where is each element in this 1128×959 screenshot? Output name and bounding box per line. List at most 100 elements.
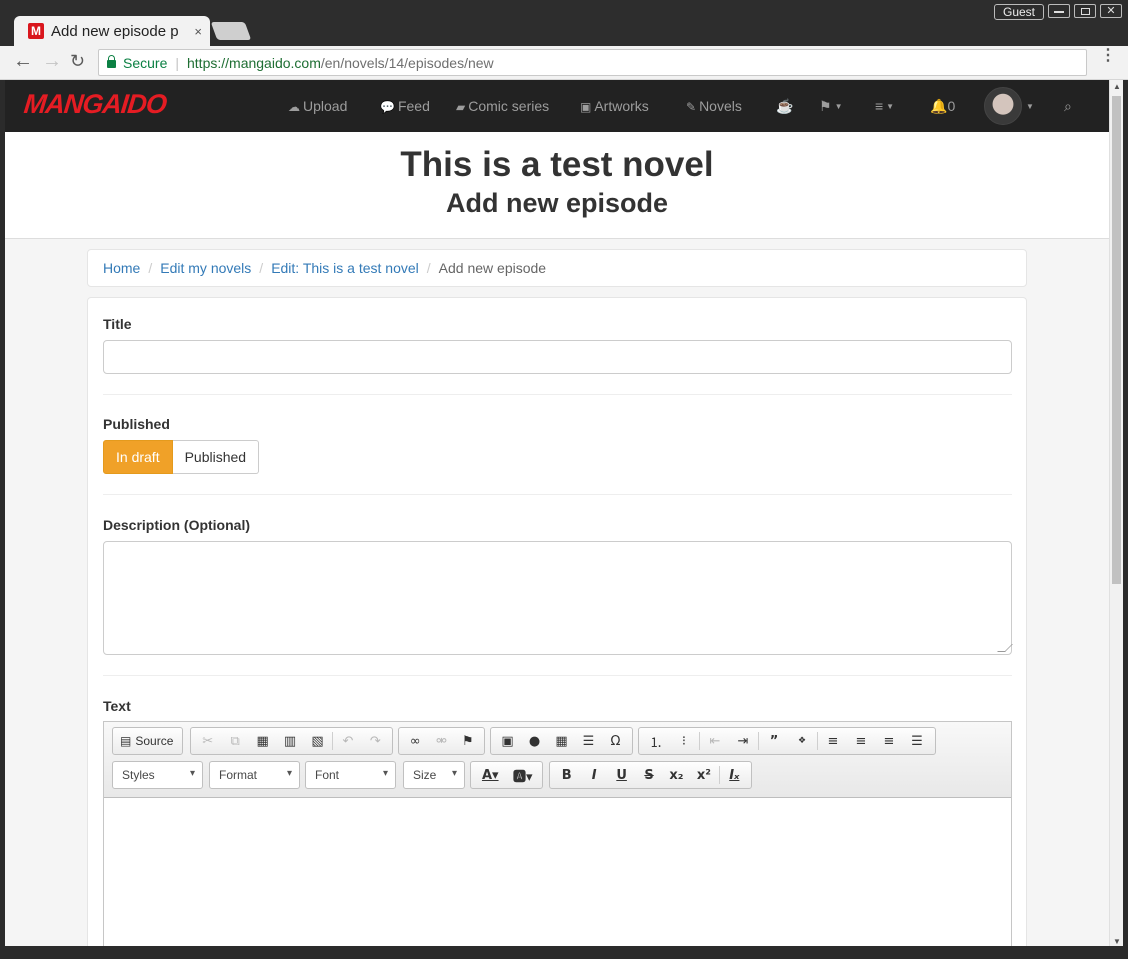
published-label: Published xyxy=(103,416,170,432)
copy-icon[interactable]: ⧉ xyxy=(221,729,248,753)
description-textarea[interactable] xyxy=(103,541,1013,655)
breadcrumb-edit-my-novels[interactable]: Edit my novels xyxy=(160,260,251,276)
nav-upload[interactable]: ☁ Upload xyxy=(288,98,347,114)
align-right-icon[interactable]: ≡ xyxy=(875,729,903,753)
guest-profile-button[interactable]: Guest xyxy=(994,4,1045,20)
published-button[interactable]: Published xyxy=(172,440,260,474)
address-bar[interactable]: Secure | https:// mangaido.com /en/novel… xyxy=(98,49,1087,76)
scroll-up-arrow-icon[interactable]: ▲ xyxy=(1113,82,1121,91)
notification-count: 0 xyxy=(947,98,956,114)
align-center-icon[interactable]: ≡ xyxy=(847,729,875,753)
undo-icon[interactable]: ↶ xyxy=(334,729,361,753)
font-dropdown[interactable]: Font xyxy=(305,761,396,789)
nav-menu-dropdown[interactable]: ≡ ▼ xyxy=(875,98,894,114)
align-left-icon[interactable]: ≡ xyxy=(819,729,847,753)
toolbar-separator xyxy=(758,732,759,750)
source-label: Source xyxy=(135,734,174,748)
underline-icon[interactable]: U xyxy=(608,763,635,787)
episode-form: Title Published In draft Published Descr… xyxy=(87,297,1027,946)
browser-tab[interactable]: M Add new episode p × xyxy=(14,16,210,46)
bulleted-list-icon[interactable]: ⁝ xyxy=(670,729,698,753)
subscript-icon[interactable]: x₂ xyxy=(663,763,690,787)
paste-word-icon[interactable]: ▧ xyxy=(304,729,331,753)
source-button[interactable]: ▤ Source xyxy=(116,729,177,753)
back-arrow-icon[interactable]: ← xyxy=(13,50,33,73)
redo-icon[interactable]: ↷ xyxy=(362,729,389,753)
breadcrumb-edit-novel[interactable]: Edit: This is a test novel xyxy=(271,260,419,276)
url-path: /en/novels/14/episodes/new xyxy=(320,54,494,71)
caret-down-icon: ▼ xyxy=(834,102,843,111)
title-input[interactable] xyxy=(103,340,1012,374)
nav-feed[interactable]: 💬 Feed xyxy=(380,98,430,114)
tab-close-icon[interactable]: × xyxy=(194,24,202,39)
horizontal-rule-icon[interactable]: ☰ xyxy=(575,729,602,753)
link-icon[interactable]: ∞ xyxy=(402,729,428,753)
editor-content-area[interactable] xyxy=(104,798,1011,946)
page-scrollbar[interactable]: ▲ ▼ xyxy=(1109,80,1123,946)
in-draft-button[interactable]: In draft xyxy=(103,440,173,474)
table-icon[interactable]: ▦ xyxy=(548,729,575,753)
outdent-icon[interactable]: ⇤ xyxy=(701,729,729,753)
flash-icon[interactable]: ● xyxy=(521,729,548,753)
close-icon: ✕ xyxy=(1106,5,1116,17)
user-avatar[interactable] xyxy=(984,87,1022,125)
site-logo[interactable]: MANGAIDO xyxy=(22,89,167,120)
bold-icon[interactable]: B xyxy=(553,763,580,787)
browser-menu-icon[interactable]: ⋮ xyxy=(1100,48,1116,64)
size-dropdown[interactable]: Size xyxy=(403,761,465,789)
page-header: This is a test novel Add new episode xyxy=(5,132,1109,239)
new-tab-button[interactable] xyxy=(210,22,252,40)
title-label: Title xyxy=(103,316,132,332)
image-icon[interactable]: ▣ xyxy=(494,729,521,753)
maximize-icon xyxy=(1080,8,1090,15)
indent-icon[interactable]: ⇥ xyxy=(729,729,757,753)
italic-icon[interactable]: I xyxy=(580,763,607,787)
background-color-icon[interactable]: 🅰▾ xyxy=(507,763,540,787)
nav-cup[interactable]: ☕ xyxy=(776,98,793,115)
forward-arrow-icon[interactable]: → xyxy=(42,50,62,73)
breadcrumb-separator: / xyxy=(148,260,153,276)
resize-handle[interactable] xyxy=(997,644,1013,652)
breadcrumb: Home / Edit my novels / Edit: This is a … xyxy=(87,249,1027,287)
format-dropdown[interactable]: Format xyxy=(209,761,300,789)
minimize-button[interactable] xyxy=(1048,4,1070,18)
link-group: ∞ ⚮ ⚑ xyxy=(398,727,485,755)
nav-notifications[interactable]: 🔔0 xyxy=(930,98,955,115)
page-subtitle: Add new episode xyxy=(445,188,669,218)
justify-icon[interactable]: ☰ xyxy=(903,729,931,753)
comments-icon: 💬 xyxy=(380,100,395,114)
superscript-icon[interactable]: x² xyxy=(690,763,717,787)
close-window-button[interactable]: ✕ xyxy=(1100,4,1122,18)
cut-icon[interactable]: ✂ xyxy=(194,729,221,753)
nav-novels[interactable]: ✎ Novels xyxy=(686,98,742,114)
maximize-button[interactable] xyxy=(1074,4,1096,18)
special-char-icon[interactable]: Ω xyxy=(602,729,629,753)
scrollbar-thumb[interactable] xyxy=(1112,96,1121,584)
menu-icon: ≡ xyxy=(875,98,884,114)
search-icon[interactable]: ⌕ xyxy=(1064,98,1072,115)
lock-icon xyxy=(107,55,116,68)
text-color-icon[interactable]: A▾ xyxy=(474,763,507,787)
anchor-flag-icon[interactable]: ⚑ xyxy=(455,729,481,753)
novel-title: This is a test novel xyxy=(400,145,714,184)
breadcrumb-home[interactable]: Home xyxy=(103,260,140,276)
toolbar-separator xyxy=(699,732,700,750)
caret-down-icon[interactable]: ▼ xyxy=(1026,102,1034,111)
div-container-icon[interactable]: ❖ xyxy=(788,729,816,753)
paste-text-icon[interactable]: ▥ xyxy=(276,729,303,753)
insert-group: ▣ ● ▦ ☰ Ω xyxy=(490,727,633,755)
paste-icon[interactable]: ▦ xyxy=(249,729,276,753)
remove-format-icon[interactable]: Iₓ xyxy=(721,763,748,787)
scroll-down-arrow-icon[interactable]: ▼ xyxy=(1113,937,1121,946)
numbered-list-icon[interactable]: ⒈ xyxy=(642,729,670,753)
nav-comic-series[interactable]: ▰ Comic series xyxy=(456,98,549,114)
styles-dropdown[interactable]: Styles xyxy=(112,761,203,789)
book-icon: ▰ xyxy=(456,100,466,114)
nav-artworks[interactable]: ▣ Artworks xyxy=(580,98,649,114)
strikethrough-icon[interactable]: S xyxy=(635,763,662,787)
reload-icon[interactable]: ↻ xyxy=(70,51,85,72)
rich-text-editor: ▤ Source ✂ ⧉ ▦ ▥ ▧ ↶ ↷ ∞ ⚮ ⚑ ▣ ● ▦ ☰ Ω ⒈… xyxy=(103,721,1012,946)
unlink-icon[interactable]: ⚮ xyxy=(428,729,454,753)
nav-language-dropdown[interactable]: ⚑ ▼ xyxy=(819,98,842,115)
blockquote-icon[interactable]: ” xyxy=(760,729,788,753)
